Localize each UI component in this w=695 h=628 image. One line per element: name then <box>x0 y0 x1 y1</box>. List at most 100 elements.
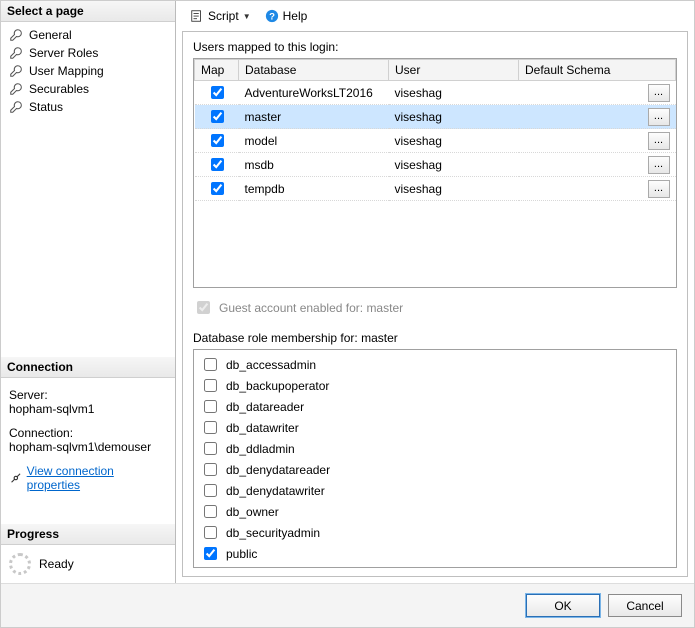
role-checkbox[interactable] <box>204 379 217 392</box>
users-mapped-label: Users mapped to this login: <box>193 40 677 54</box>
view-connection-properties-link[interactable]: View connection properties <box>9 464 167 492</box>
role-item[interactable]: db_accessadmin <box>200 354 670 375</box>
schema-browse-button[interactable]: ... <box>648 108 670 126</box>
role-name: db_ddladmin <box>226 442 295 456</box>
role-item[interactable]: db_backupoperator <box>200 375 670 396</box>
wrench-icon <box>9 46 23 60</box>
role-checkbox[interactable] <box>204 547 217 560</box>
chevron-down-icon: ▼ <box>243 12 251 21</box>
schema-browse-button[interactable]: ... <box>648 132 670 150</box>
schema-browse-button[interactable]: ... <box>648 156 670 174</box>
role-item[interactable]: public <box>200 543 670 564</box>
select-page-header: Select a page <box>1 1 175 22</box>
role-item[interactable]: db_denydatawriter <box>200 480 670 501</box>
nav-item-label: Status <box>29 100 63 114</box>
wrench-icon <box>9 100 23 114</box>
table-row[interactable]: AdventureWorksLT2016viseshag... <box>195 81 676 105</box>
nav-item-label: General <box>29 28 72 42</box>
map-checkbox[interactable] <box>211 86 224 99</box>
role-membership-label: Database role membership for: master <box>193 331 677 345</box>
connection-label: Connection: <box>9 426 167 440</box>
script-label: Script <box>208 9 239 23</box>
role-checkbox[interactable] <box>204 442 217 455</box>
left-panel: Select a page General Server Roles User Ma… <box>1 1 176 583</box>
schema-browse-button[interactable]: ... <box>648 84 670 102</box>
cell-database: msdb <box>239 153 389 177</box>
wrench-icon <box>9 28 23 42</box>
user-mapping-grid[interactable]: Map Database User Default Schema Adventu… <box>193 58 677 288</box>
progress-header: Progress <box>1 524 175 545</box>
svg-text:?: ? <box>269 12 275 23</box>
cell-database: AdventureWorksLT2016 <box>239 81 389 105</box>
wrench-icon <box>9 64 23 78</box>
toolbar: Script ▼ ? Help <box>176 1 694 31</box>
cell-user: viseshag <box>389 129 519 153</box>
role-item[interactable]: db_datawriter <box>200 417 670 438</box>
role-checkbox[interactable] <box>204 421 217 434</box>
script-icon <box>190 9 204 23</box>
dialog-button-bar: OK Cancel <box>1 583 694 627</box>
role-name: db_datawriter <box>226 421 299 435</box>
role-name: public <box>226 547 257 561</box>
nav-item-general[interactable]: General <box>1 26 175 44</box>
cell-database: master <box>239 105 389 129</box>
map-checkbox[interactable] <box>211 158 224 171</box>
table-row[interactable]: tempdbviseshag... <box>195 177 676 201</box>
role-item[interactable]: db_securityadmin <box>200 522 670 543</box>
role-name: db_owner <box>226 505 279 519</box>
cell-database: tempdb <box>239 177 389 201</box>
connection-value: hopham-sqlvm1\demouser <box>9 440 167 454</box>
page-nav-list: General Server Roles User Mapping Securable… <box>1 22 175 120</box>
right-panel: Script ▼ ? Help Users mapped to this log… <box>176 1 694 583</box>
table-row[interactable]: msdbviseshag... <box>195 153 676 177</box>
guest-account-checkbox <box>197 301 210 314</box>
column-header-map[interactable]: Map <box>195 60 239 81</box>
nav-item-label: Securables <box>29 82 89 96</box>
nav-item-label: Server Roles <box>29 46 98 60</box>
view-connection-properties-label: View connection properties <box>27 464 167 492</box>
role-checkbox[interactable] <box>204 358 217 371</box>
table-row[interactable]: masterviseshag... <box>195 105 676 129</box>
cell-user: viseshag <box>389 177 519 201</box>
guest-account-label: Guest account enabled for: master <box>219 301 403 315</box>
role-checkbox[interactable] <box>204 526 217 539</box>
column-header-schema[interactable]: Default Schema <box>519 60 676 81</box>
role-membership-list[interactable]: db_accessadmin db_backupoperator db_datare… <box>193 349 677 568</box>
map-checkbox[interactable] <box>211 134 224 147</box>
help-label: Help <box>283 9 308 23</box>
role-checkbox[interactable] <box>204 484 217 497</box>
server-label: Server: <box>9 388 167 402</box>
role-item[interactable]: db_datareader <box>200 396 670 417</box>
nav-item-status[interactable]: Status <box>1 98 175 116</box>
schema-browse-button[interactable]: ... <box>648 180 670 198</box>
server-value: hopham-sqlvm1 <box>9 402 167 416</box>
role-name: db_denydatareader <box>226 463 330 477</box>
role-checkbox[interactable] <box>204 463 217 476</box>
nav-item-user-mapping[interactable]: User Mapping <box>1 62 175 80</box>
cell-database: model <box>239 129 389 153</box>
wrench-icon <box>9 82 23 96</box>
nav-item-securables[interactable]: Securables <box>1 80 175 98</box>
column-header-database[interactable]: Database <box>239 60 389 81</box>
progress-spinner-icon <box>9 553 31 575</box>
role-item[interactable]: db_denydatareader <box>200 459 670 480</box>
ok-button[interactable]: OK <box>526 594 600 617</box>
role-name: db_denydatawriter <box>226 484 325 498</box>
map-checkbox[interactable] <box>211 182 224 195</box>
role-checkbox[interactable] <box>204 400 217 413</box>
nav-item-label: User Mapping <box>29 64 104 78</box>
help-icon: ? <box>265 9 279 23</box>
role-item[interactable]: db_owner <box>200 501 670 522</box>
map-checkbox[interactable] <box>211 110 224 123</box>
script-button[interactable]: Script ▼ <box>186 7 255 25</box>
role-item[interactable]: db_ddladmin <box>200 438 670 459</box>
help-button[interactable]: ? Help <box>261 7 312 25</box>
table-row[interactable]: modelviseshag... <box>195 129 676 153</box>
role-name: db_backupoperator <box>226 379 329 393</box>
nav-item-server-roles[interactable]: Server Roles <box>1 44 175 62</box>
role-name: db_securityadmin <box>226 526 320 540</box>
role-checkbox[interactable] <box>204 505 217 518</box>
column-header-user[interactable]: User <box>389 60 519 81</box>
cancel-button[interactable]: Cancel <box>608 594 682 617</box>
cell-user: viseshag <box>389 105 519 129</box>
